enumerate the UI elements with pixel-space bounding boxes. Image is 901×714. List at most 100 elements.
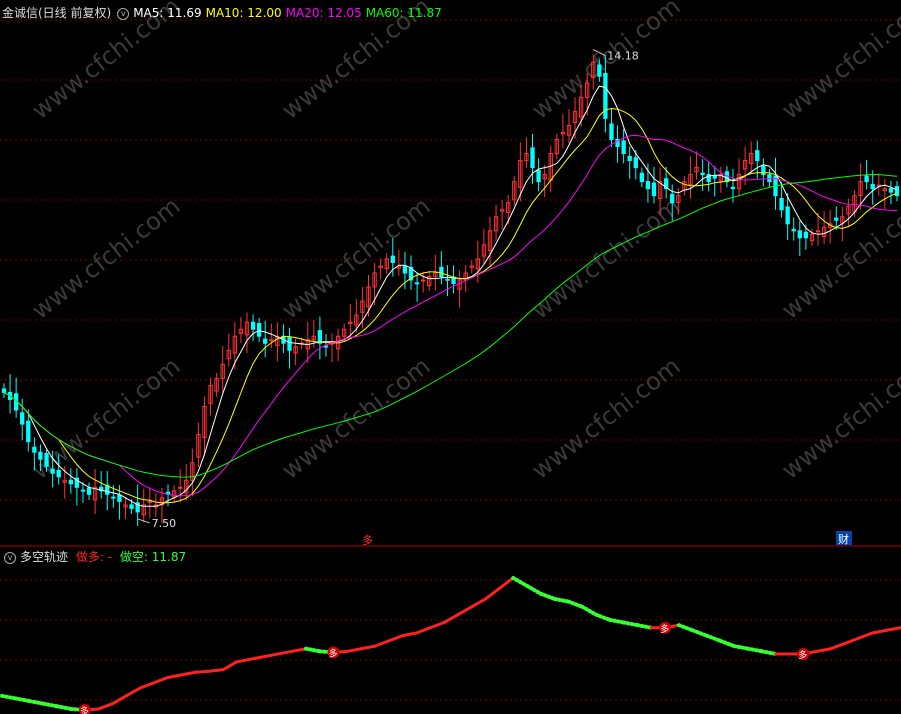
candle-body: [445, 278, 450, 281]
candle-body: [609, 123, 614, 140]
indicator-segment: [759, 649, 778, 656]
indicator-segment: [580, 604, 599, 617]
indicator-segment: [111, 694, 128, 706]
candle-body: [730, 186, 736, 190]
indicator-segment: [303, 646, 322, 654]
watermarks: www.cfchi.com www.cfchi.com www.cfchi.com w…: [26, 0, 901, 485]
candle-body: [597, 64, 602, 77]
indicator-segment: [290, 647, 308, 653]
short-label: 做空: 11.87: [119, 550, 187, 564]
ma-legend-item: MA10: 12.00: [205, 6, 282, 20]
candle-body: [803, 231, 809, 239]
candle-body: [26, 420, 31, 443]
indicator-segment: [746, 646, 764, 654]
indicator-title: 多空轨迹: [20, 550, 69, 564]
indicator-segment: [484, 586, 501, 601]
indicator-segment: [55, 704, 74, 711]
indicator-segment: [538, 591, 557, 601]
candle-body: [256, 323, 262, 337]
indicator-segment: [414, 626, 432, 635]
candle-body: [56, 469, 61, 478]
candle-body: [536, 169, 541, 183]
indicator-segment: [262, 652, 280, 659]
chart-labels: 14.18 7.50 多 财: [137, 49, 852, 547]
indicator-segment: [470, 597, 488, 609]
candle-body: [129, 504, 134, 509]
candle-body: [894, 186, 900, 197]
long-label: 做多: -: [75, 550, 113, 564]
candle-body: [50, 468, 55, 474]
indicator-segment: [373, 639, 391, 648]
bottom-marker: 多: [362, 533, 373, 547]
candle-body: [390, 255, 395, 263]
candle-body: [263, 338, 268, 344]
indicator-segment: [552, 596, 571, 604]
watermark-text: www.cfchi.com: [776, 0, 901, 125]
indicator-segment: [41, 701, 60, 709]
indicator-legend: v 多空轨迹 做多: - 做空: 11.87: [2, 548, 190, 565]
candle-body: [250, 321, 256, 330]
candle-body: [700, 172, 705, 176]
indicator-segment: [359, 644, 377, 651]
indicator-segment: [704, 633, 723, 643]
indicator-segment: [884, 626, 901, 632]
candle-body: [287, 337, 292, 351]
indicator-segment: [870, 628, 888, 635]
ma-legend-item: MA20: 12.05: [285, 6, 362, 20]
indicator-segment: [690, 628, 709, 638]
indicator-segment: [180, 670, 197, 677]
watermark-text: www.cfchi.com: [526, 352, 685, 485]
main-legend: 金诚信(日线 前复权) v MA5: 11.69 MA10: 12.00 MA20: 1…: [2, 4, 450, 21]
indicator-segment: [235, 657, 253, 664]
candle-body: [888, 188, 894, 193]
buy-signal-label: 多: [660, 623, 669, 635]
ma-legend-item: MA60: 11.87: [365, 6, 442, 20]
buy-signal-label: 多: [329, 647, 338, 659]
candle-body: [621, 140, 626, 155]
candle-body: [797, 230, 802, 239]
watermark-text: www.cfchi.com: [526, 192, 685, 325]
indicator-segment: [621, 620, 640, 628]
indicator-segment: [345, 647, 363, 653]
watermark-text: www.cfchi.com: [776, 352, 901, 485]
settings-icon[interactable]: v: [117, 7, 130, 20]
indicator-segment: [152, 676, 170, 685]
candle-body: [147, 500, 152, 503]
candle-body: [38, 451, 43, 460]
watermark-text: www.cfchi.com: [276, 352, 435, 485]
indicator-segment: [635, 623, 654, 630]
candles: [1, 54, 900, 526]
candle-body: [834, 217, 839, 221]
low-label: 7.50: [152, 517, 177, 530]
settings-icon[interactable]: v: [4, 551, 16, 564]
watermark-text: www.cfchi.com: [26, 192, 185, 325]
indicator-segment: [442, 613, 460, 625]
candle-body: [670, 193, 675, 204]
candle-body: [651, 182, 657, 197]
candle-body: [32, 446, 37, 453]
candle-body: [785, 206, 790, 225]
candle-body: [323, 345, 329, 348]
indicator-segment: [857, 631, 874, 640]
high-label: 14.18: [607, 50, 639, 63]
candle-body: [870, 183, 875, 190]
indicator-segment: [607, 617, 626, 625]
candle-body: [269, 339, 274, 342]
moving-averages: [3, 85, 898, 507]
indicator-segment: [207, 668, 225, 673]
ma-legend-item: MA5: 11.69: [133, 6, 202, 20]
indicator-segment: [249, 655, 266, 661]
indicator-segment: [718, 638, 737, 649]
indicator-segment: [829, 641, 847, 651]
candle-body: [20, 412, 25, 425]
buy-signal-label: 多: [798, 649, 807, 661]
indicator-line: 多多多多: [0, 576, 901, 714]
candle-body: [761, 165, 766, 176]
candle-body: [815, 230, 821, 233]
candle-body: [86, 487, 92, 495]
candle-body: [177, 486, 183, 489]
candle-body: [420, 279, 426, 282]
indicator-segment: [843, 636, 861, 645]
candle-body: [414, 282, 420, 285]
indicator-segment: [27, 699, 46, 706]
